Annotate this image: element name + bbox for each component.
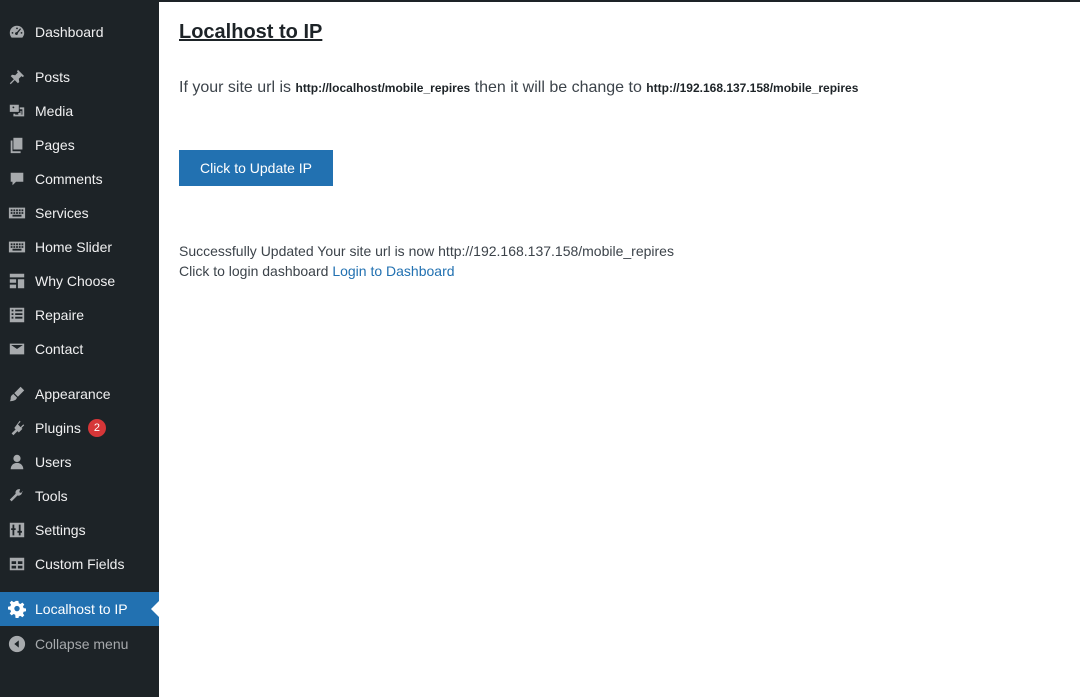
comment-icon [8, 170, 26, 188]
media-icon [8, 102, 26, 120]
sidebar-item-pages[interactable]: Pages [0, 128, 159, 162]
sidebar-item-label: Repaire [35, 307, 85, 323]
settings-icon [8, 521, 26, 539]
update-ip-button[interactable]: Click to Update IP [179, 150, 333, 186]
sidebar-item-repaire[interactable]: Repaire [0, 298, 159, 332]
sidebar-item-label: Media [35, 103, 74, 119]
admin-sidebar: Dashboard Posts Media Pages Comments Ser… [0, 2, 159, 697]
sidebar-item-label: Services [35, 205, 89, 221]
sidebar-item-appearance[interactable]: Appearance [0, 377, 159, 411]
sidebar-item-posts[interactable]: Posts [0, 60, 159, 94]
pin-icon [8, 68, 26, 86]
ip-url: http://192.168.137.158/mobile_repires [646, 81, 859, 95]
plugin-icon [8, 419, 26, 437]
intro-text: If your site url is http://localhost/mob… [179, 79, 858, 97]
table-icon [8, 555, 26, 573]
sidebar-item-label: Custom Fields [35, 556, 125, 572]
sidebar-item-label: Localhost to IP [35, 601, 128, 617]
collapse-menu-button[interactable]: Collapse menu [0, 627, 159, 661]
sidebar-item-label: Pages [35, 137, 75, 153]
sidebar-item-label: Appearance [35, 386, 111, 402]
sidebar-item-users[interactable]: Users [0, 445, 159, 479]
login-message: Click to login dashboard Login to Dashbo… [179, 263, 455, 279]
pages-icon [8, 136, 26, 154]
sidebar-item-label: Why Choose [35, 273, 116, 289]
sidebar-item-tools[interactable]: Tools [0, 479, 159, 513]
dashboard-icon [8, 23, 26, 41]
sidebar-item-label: Comments [35, 171, 103, 187]
sidebar-item-comments[interactable]: Comments [0, 162, 159, 196]
sidebar-item-label: Tools [35, 488, 68, 504]
keyboard-icon [8, 204, 26, 222]
sidebar-item-label: Users [35, 454, 72, 470]
login-dashboard-link[interactable]: Login to Dashboard [332, 263, 454, 279]
sidebar-item-localhost-to-ip[interactable]: Localhost to IP [0, 592, 159, 626]
keyboard-icon [8, 238, 26, 256]
sidebar-item-dashboard[interactable]: Dashboard [0, 15, 159, 49]
sidebar-item-label: Plugins [35, 420, 81, 436]
page-title: Localhost to IP [179, 21, 323, 43]
plugins-update-badge: 2 [87, 419, 106, 437]
success-message: Successfully Updated Your site url is no… [179, 243, 674, 259]
sidebar-item-home-slider[interactable]: Home Slider [0, 230, 159, 264]
wrench-icon [8, 487, 26, 505]
sidebar-item-plugins[interactable]: Plugins 2 [0, 411, 159, 445]
sidebar-item-settings[interactable]: Settings [0, 513, 159, 547]
list-icon [8, 306, 26, 324]
sidebar-item-contact[interactable]: Contact [0, 332, 159, 366]
layout-icon [8, 272, 26, 290]
gear-icon [8, 600, 26, 618]
sidebar-item-label: Collapse menu [35, 636, 129, 652]
sidebar-item-label: Home Slider [35, 239, 113, 255]
login-prefix: Click to login dashboard [179, 263, 333, 279]
collapse-icon [8, 635, 26, 653]
brush-icon [8, 385, 26, 403]
intro-mid: then it will be change to [470, 79, 647, 96]
sidebar-item-label: Contact [35, 341, 84, 357]
local-url: http://localhost/mobile_repires [295, 81, 471, 95]
sidebar-item-media[interactable]: Media [0, 94, 159, 128]
sidebar-item-label: Dashboard [35, 24, 104, 40]
sidebar-item-services[interactable]: Services [0, 196, 159, 230]
sidebar-item-custom-fields[interactable]: Custom Fields [0, 547, 159, 581]
email-icon [8, 340, 26, 358]
sidebar-item-label: Posts [35, 69, 71, 85]
user-icon [8, 453, 26, 471]
intro-prefix: If your site url is [179, 79, 296, 96]
sidebar-item-label: Settings [35, 522, 86, 538]
sidebar-item-why-choose[interactable]: Why Choose [0, 264, 159, 298]
